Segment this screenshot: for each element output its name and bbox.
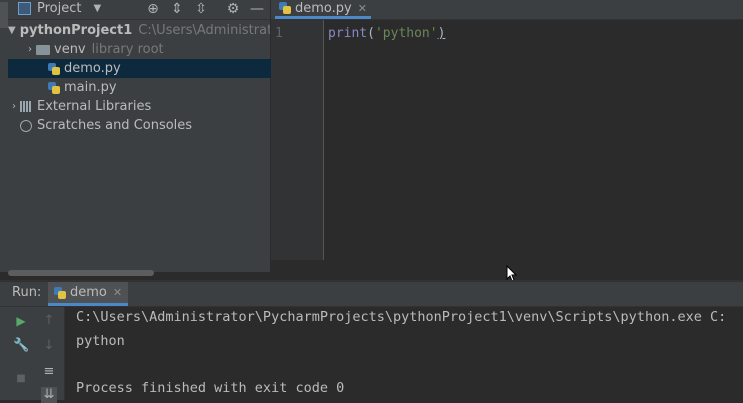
python-file-icon: [48, 81, 60, 94]
line-number: 1: [275, 26, 283, 41]
python-file-icon: [54, 286, 66, 299]
run-label: Run:: [12, 285, 42, 300]
chevron-down-icon[interactable]: ▼: [8, 25, 16, 36]
library-icon: [20, 101, 32, 112]
chevron-down-icon[interactable]: ▼: [93, 3, 101, 14]
tree-item-main-py[interactable]: main.py: [8, 78, 310, 97]
code-line[interactable]: print('python'): [328, 26, 445, 41]
editor-tab-label: demo.py: [295, 0, 352, 16]
chevron-right-icon[interactable]: ›: [8, 101, 20, 112]
scratches-label: Scratches and Consoles: [37, 118, 193, 133]
close-icon[interactable]: ✕: [358, 2, 367, 15]
locate-icon[interactable]: ⊕: [145, 1, 161, 17]
project-root-name: pythonProject1: [19, 23, 133, 38]
editor-area[interactable]: [324, 20, 743, 260]
horizontal-scrollbar[interactable]: [8, 270, 154, 276]
console-line: python: [76, 332, 125, 349]
code-string: 'python': [374, 26, 438, 41]
tree-item-external-libraries[interactable]: › External Libraries: [8, 97, 270, 116]
folder-icon: [36, 44, 50, 55]
collapse-all-icon[interactable]: ⇳: [193, 1, 209, 17]
python-file-icon: [48, 62, 60, 75]
library-root-note: library root: [91, 42, 164, 57]
rerun-icon[interactable]: ▶: [13, 313, 29, 329]
wrench-icon[interactable]: 🔧: [13, 338, 29, 354]
project-icon: [18, 2, 31, 15]
left-strip-bottom: [0, 307, 8, 400]
scratches-icon: [20, 119, 32, 132]
gear-icon[interactable]: ⚙: [225, 1, 241, 17]
console-line: C:\Users\Administrator\PycharmProjects\p…: [76, 309, 727, 325]
run-tab-label: demo: [70, 285, 107, 300]
code-open-paren: (: [367, 26, 375, 41]
chevron-right-icon[interactable]: ›: [24, 44, 36, 55]
tab-demo-py[interactable]: demo.py ✕: [275, 0, 371, 19]
editor-tab-bar: demo.py ✕: [271, 0, 743, 20]
run-panel-header: Run: demo ✕: [0, 282, 743, 307]
close-icon[interactable]: ✕: [113, 286, 122, 299]
project-view-selector[interactable]: Project ▼: [18, 1, 101, 16]
project-tree: ▼ pythonProject1 C:\Users\Administrati ›…: [8, 20, 310, 276]
external-libraries-label: External Libraries: [37, 99, 152, 114]
expand-all-icon[interactable]: ⇕: [169, 1, 185, 17]
code-function: print: [328, 26, 368, 41]
down-arrow-icon[interactable]: ↓: [41, 338, 57, 354]
main-py-label: main.py: [64, 80, 117, 95]
python-file-icon: [279, 2, 291, 14]
scroll-to-end-icon[interactable]: ⇊: [41, 387, 57, 403]
code-close-paren: ): [437, 26, 446, 41]
project-panel-header: Project ▼ ⊕ ⇕ ⇳ ⚙ —: [8, 0, 270, 20]
tree-item-project-root[interactable]: ▼ pythonProject1 C:\Users\Administrati: [8, 21, 270, 40]
run-toolbar: ▶ ↑ 🔧 ↓ ■ ≡ ⇊: [8, 307, 65, 403]
tree-item-scratches[interactable]: Scratches and Consoles: [8, 116, 282, 135]
console-line: Process finished with exit code 0: [76, 379, 345, 396]
stop-icon[interactable]: ■: [13, 371, 29, 387]
console-line: ​: [76, 353, 726, 377]
venv-label: venv: [54, 42, 86, 57]
tab-run-demo[interactable]: demo ✕: [48, 282, 129, 306]
up-arrow-icon[interactable]: ↑: [41, 313, 57, 329]
demo-py-label: demo.py: [64, 61, 121, 76]
tree-item-venv[interactable]: › venv library root: [8, 40, 286, 59]
project-panel-title: Project: [37, 1, 82, 16]
console-output[interactable]: C:\Users\Administrator\PycharmProjects\p…: [76, 306, 726, 400]
editor-gutter: 1: [271, 20, 324, 260]
project-root-path: C:\Users\Administrati: [138, 23, 270, 38]
minimize-icon[interactable]: —: [249, 1, 265, 17]
soft-wrap-icon[interactable]: ≡: [41, 364, 57, 380]
tree-item-demo-py[interactable]: demo.py: [8, 59, 310, 78]
